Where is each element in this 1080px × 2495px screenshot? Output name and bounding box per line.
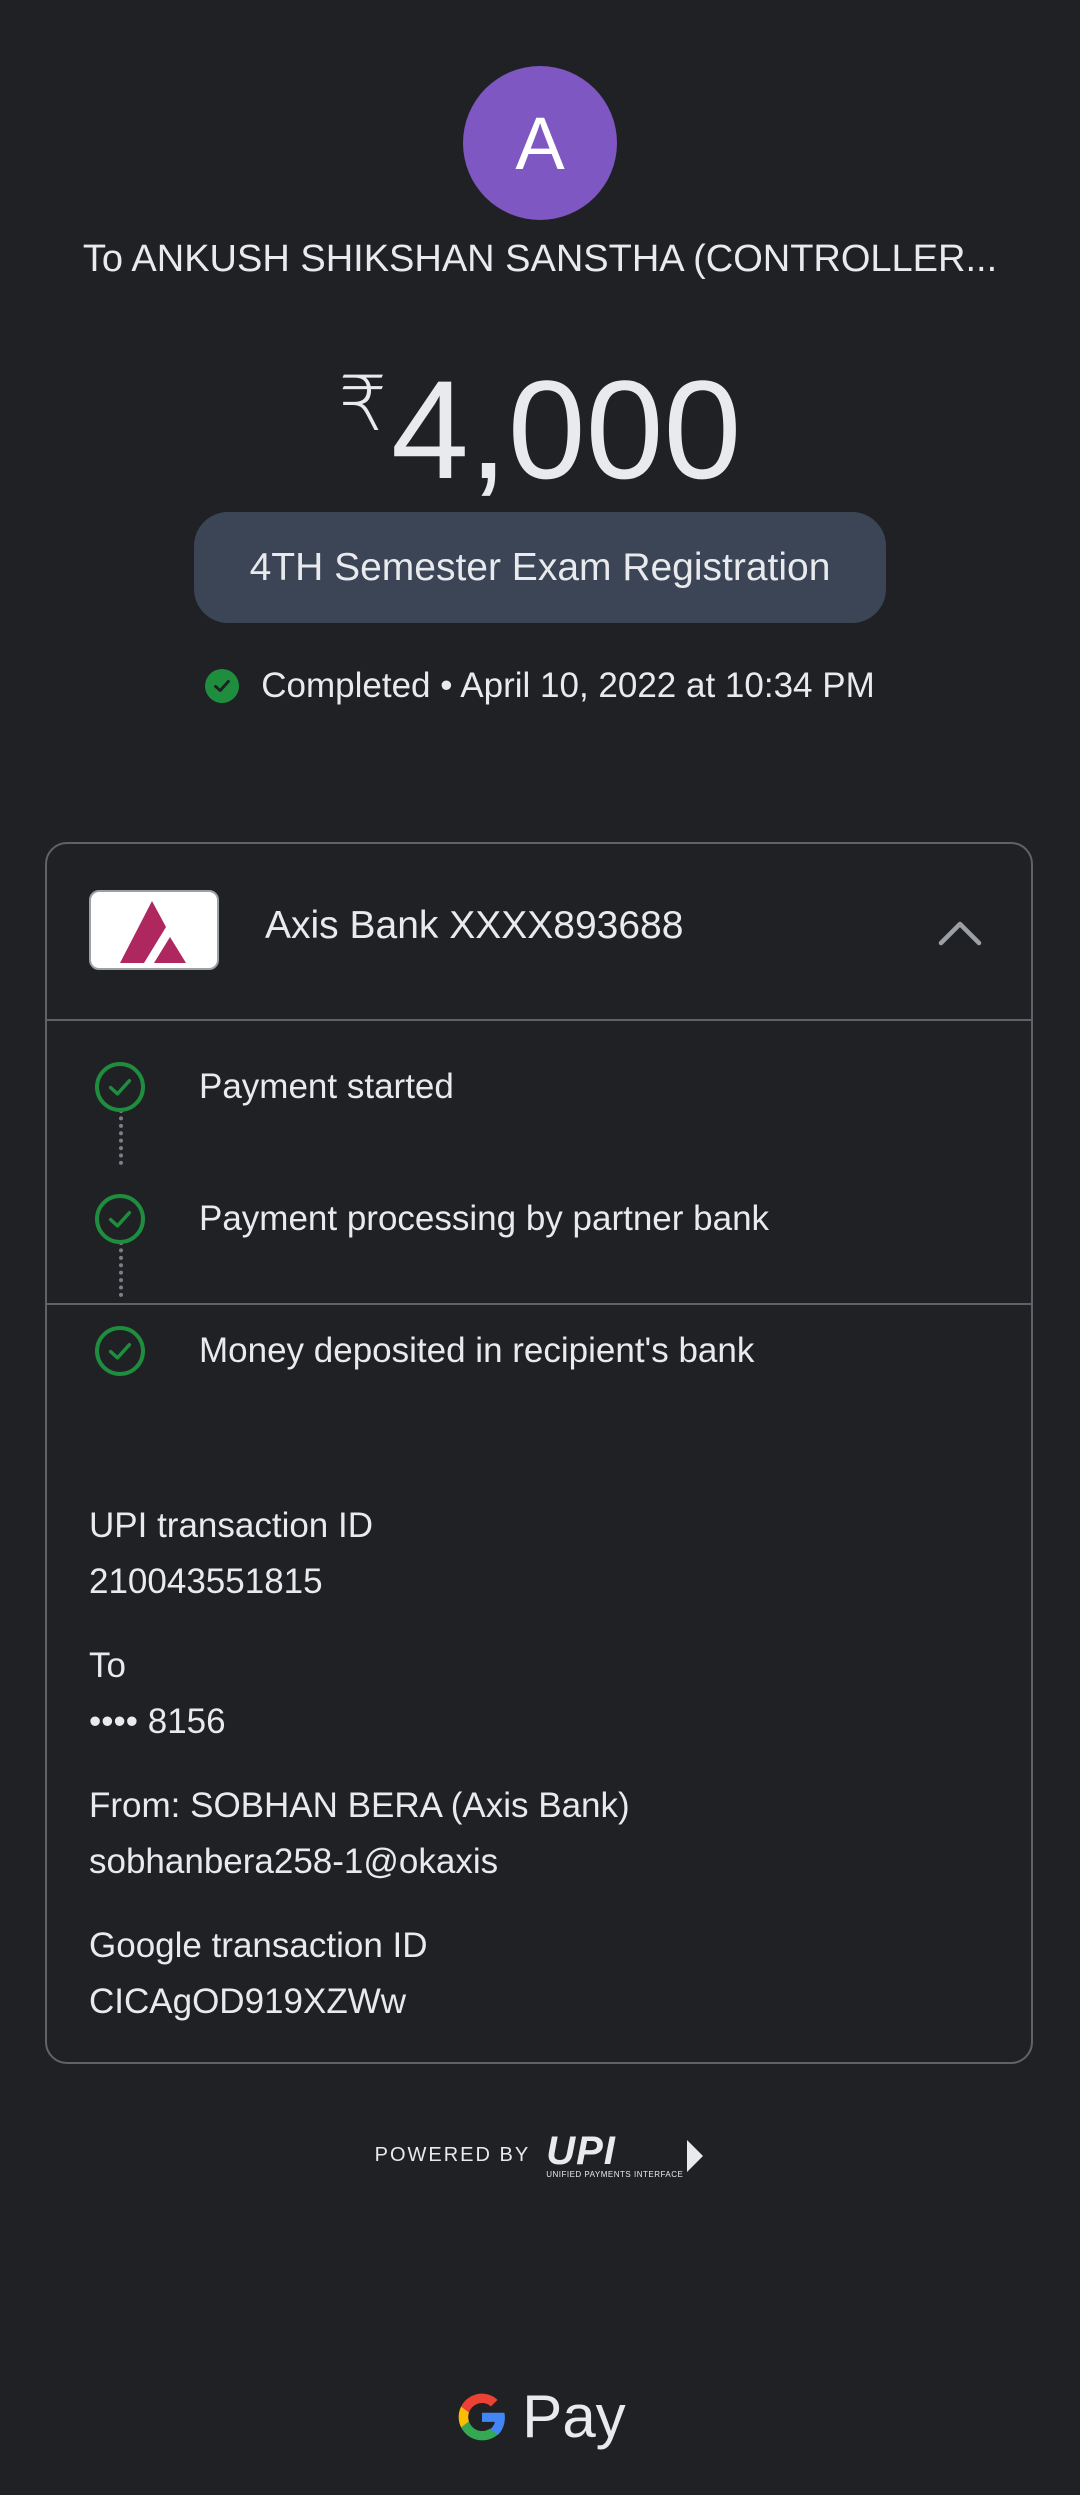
to-value: •••• 8156 (89, 1702, 226, 1741)
from-value[interactable]: sobhanbera258-1@okaxis (89, 1842, 498, 1882)
recipient-name: To ANKUSH SHIKSHAN SANSTHA (CONTROLLER..… (82, 238, 998, 280)
avatar-letter: A (515, 101, 565, 185)
step-connector (119, 1241, 123, 1297)
currency-symbol: ₹ (338, 362, 387, 447)
payment-note-text: 4TH Semester Exam Registration (249, 545, 831, 589)
step-money-deposited: Money deposited in recipient's bank (95, 1323, 754, 1379)
bank-account-row[interactable]: Axis Bank XXXX893688 (47, 844, 1031, 1021)
step-check-icon (95, 1062, 145, 1112)
google-transaction-id-value[interactable]: CICAgOD919XZWw (89, 1982, 406, 2022)
google-pay-logo: Pay (0, 2382, 1080, 2451)
powered-by-upi: POWERED BY UPI UNIFIED PAYMENTS INTERFAC… (0, 2129, 1080, 2179)
step-check-icon (95, 1326, 145, 1376)
check-circle-icon (205, 669, 240, 703)
pay-word: Pay (522, 2383, 626, 2450)
recipient-avatar[interactable]: A (463, 66, 617, 220)
step-payment-started: Payment started (95, 1059, 454, 1115)
step-label: Payment started (199, 1067, 454, 1106)
to-label: To (89, 1646, 126, 1685)
payment-note: 4TH Semester Exam Registration (194, 512, 886, 623)
upi-transaction-id-label: UPI transaction ID (89, 1506, 373, 1545)
payment-amount: ₹4,000 (0, 325, 1080, 510)
from-label: From: SOBHAN BERA (Axis Bank) (89, 1786, 630, 1825)
payment-status: Completed • April 10, 2022 at 10:34 PM (0, 666, 1080, 706)
powered-by-text: POWERED BY (374, 2144, 531, 2166)
step-label: Payment processing by partner bank (199, 1199, 770, 1238)
step-label: Money deposited in recipient's bank (199, 1331, 755, 1370)
upi-logo-word: UPI (546, 2129, 616, 2173)
upi-arrow-icon (687, 2139, 704, 2172)
step-payment-processing: Payment processing by partner bank (95, 1191, 769, 1247)
upi-transaction-id-value[interactable]: 210043551815 (89, 1562, 323, 1602)
bank-account-name: Axis Bank XXXX893688 (265, 904, 684, 947)
google-g-logo (458, 2393, 506, 2440)
google-transaction-id-label: Google transaction ID (89, 1926, 428, 1965)
step-connector (119, 1109, 123, 1165)
transaction-details-card: Axis Bank XXXX893688 Payment started Pay… (45, 842, 1033, 2064)
amount-value: 4,000 (391, 351, 742, 508)
status-text: Completed • April 10, 2022 at 10:34 PM (261, 666, 875, 705)
upi-logo: UPI UNIFIED PAYMENTS INTERFACE (546, 2129, 684, 2179)
payment-progress: Payment started Payment processing by pa… (47, 1021, 1031, 1376)
upi-logo-subtitle: UNIFIED PAYMENTS INTERFACE (546, 2170, 684, 2179)
chevron-up-icon[interactable] (935, 908, 985, 958)
step-check-icon (95, 1194, 145, 1244)
axis-bank-logo (89, 890, 219, 970)
